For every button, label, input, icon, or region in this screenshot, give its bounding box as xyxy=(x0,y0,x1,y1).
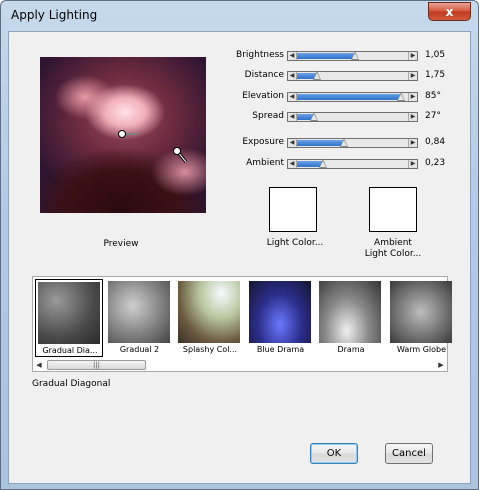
slider-right-arrow-icon[interactable]: ▶ xyxy=(408,113,417,121)
apply-lighting-window: Apply Lighting x Preview Brightness ◀ ▶ 1,0… xyxy=(0,0,479,490)
light-position-handle xyxy=(118,130,126,138)
slider-left-arrow-icon[interactable]: ◀ xyxy=(288,113,297,121)
spread-label: Spread xyxy=(252,111,284,121)
preset-item[interactable]: Drama xyxy=(317,279,385,357)
brightness-slider[interactable]: ◀ ▶ xyxy=(287,51,418,61)
elevation-value: 85° xyxy=(425,91,441,101)
ok-button[interactable]: OK xyxy=(310,443,358,464)
distance-slider[interactable]: ◀ ▶ xyxy=(287,71,418,81)
preset-item[interactable]: Gradual 2 xyxy=(106,279,174,357)
spread-value: 27° xyxy=(425,111,441,121)
elevation-slider[interactable]: ◀ ▶ xyxy=(287,92,418,102)
exposure-slider[interactable]: ◀ ▶ xyxy=(287,138,418,148)
preset-item[interactable]: Warm Globe xyxy=(388,279,456,357)
elevation-fill xyxy=(297,94,402,100)
spread-thumb[interactable] xyxy=(309,112,318,121)
dialog-body: Preview Brightness ◀ ▶ 1,05 Distance ◀ ▶ 1,75 El… xyxy=(8,31,471,484)
preset-caption: Drama xyxy=(337,345,365,354)
brightness-value: 1,05 xyxy=(425,50,446,60)
selected-preset-name: Gradual Diagonal xyxy=(32,379,111,389)
brightness-thumb[interactable] xyxy=(350,51,359,60)
ambient-color-label-line1: Ambient xyxy=(374,238,412,248)
slider-left-arrow-icon[interactable]: ◀ xyxy=(288,93,297,101)
preset-thumbnail xyxy=(107,281,170,343)
ambient-thumb[interactable] xyxy=(318,159,327,168)
slider-right-arrow-icon[interactable]: ▶ xyxy=(408,72,417,80)
preview-image[interactable] xyxy=(40,57,206,213)
exposure-value: 0,84 xyxy=(425,137,446,147)
preset-caption: Blue Drama xyxy=(256,345,305,354)
light-color-swatch[interactable] xyxy=(269,187,317,232)
close-button[interactable]: x xyxy=(428,2,471,21)
preset-thumbnail xyxy=(389,281,452,343)
preset-caption: Gradual Dia... xyxy=(42,346,98,355)
scroll-thumb[interactable]: ||| xyxy=(47,360,146,370)
scroll-left-icon[interactable]: ◀ xyxy=(34,360,44,370)
cancel-button[interactable]: Cancel xyxy=(385,443,433,464)
ambient-slider[interactable]: ◀ ▶ xyxy=(287,159,418,169)
preset-item[interactable]: Blue Drama xyxy=(247,279,315,357)
light-handles xyxy=(118,130,188,163)
preset-caption: Splashy Col... xyxy=(182,345,238,354)
slider-right-arrow-icon[interactable]: ▶ xyxy=(408,160,417,168)
light-direction-handle xyxy=(173,147,181,155)
preset-thumbnail xyxy=(178,281,240,343)
slider-right-arrow-icon[interactable]: ▶ xyxy=(408,139,417,147)
title-bar[interactable]: Apply Lighting x xyxy=(1,1,478,31)
preset-caption: Warm Globe xyxy=(396,345,447,354)
exposure-label: Exposure xyxy=(242,137,284,147)
gallery-scrollbar[interactable]: ◀ ||| ▶ xyxy=(34,360,446,371)
ambient-value: 0,23 xyxy=(425,158,446,168)
distance-label: Distance xyxy=(244,70,284,80)
scroll-right-icon[interactable]: ▶ xyxy=(436,360,446,370)
brightness-label: Brightness xyxy=(236,50,284,60)
distance-value: 1,75 xyxy=(425,70,446,80)
ambient-color-label: Ambient Light Color... xyxy=(353,238,433,260)
preset-item[interactable]: Gradual Dia... xyxy=(35,279,103,357)
light-color-label: Light Color... xyxy=(266,238,324,248)
preset-thumbnail xyxy=(319,281,381,343)
brightness-fill xyxy=(297,53,355,59)
distance-thumb[interactable] xyxy=(312,71,321,80)
slider-left-arrow-icon[interactable]: ◀ xyxy=(288,52,297,60)
elevation-label: Elevation xyxy=(242,91,284,101)
preset-item[interactable]: Splashy Col... xyxy=(176,279,244,357)
ambient-label: Ambient xyxy=(246,158,284,168)
spread-slider[interactable]: ◀ ▶ xyxy=(287,112,418,122)
preset-thumbnail xyxy=(248,281,311,343)
preset-gallery: Gradual Dia... Gradual 2 Splashy Col... Blu… xyxy=(32,276,452,372)
preset-thumbnail xyxy=(38,282,100,344)
close-icon: x xyxy=(445,5,454,19)
slider-left-arrow-icon[interactable]: ◀ xyxy=(288,139,297,147)
ambient-color-label-line2: Light Color... xyxy=(364,249,422,259)
elevation-thumb[interactable] xyxy=(397,92,406,101)
preset-caption: Gradual 2 xyxy=(119,345,160,354)
ambient-color-swatch[interactable] xyxy=(369,187,417,232)
window-title: Apply Lighting xyxy=(11,8,98,22)
slider-left-arrow-icon[interactable]: ◀ xyxy=(288,72,297,80)
slider-right-arrow-icon[interactable]: ▶ xyxy=(408,93,417,101)
exposure-thumb[interactable] xyxy=(339,138,348,147)
slider-right-arrow-icon[interactable]: ▶ xyxy=(408,52,417,60)
preview-label: Preview xyxy=(103,239,139,249)
exposure-fill xyxy=(297,140,344,146)
slider-left-arrow-icon[interactable]: ◀ xyxy=(288,160,297,168)
